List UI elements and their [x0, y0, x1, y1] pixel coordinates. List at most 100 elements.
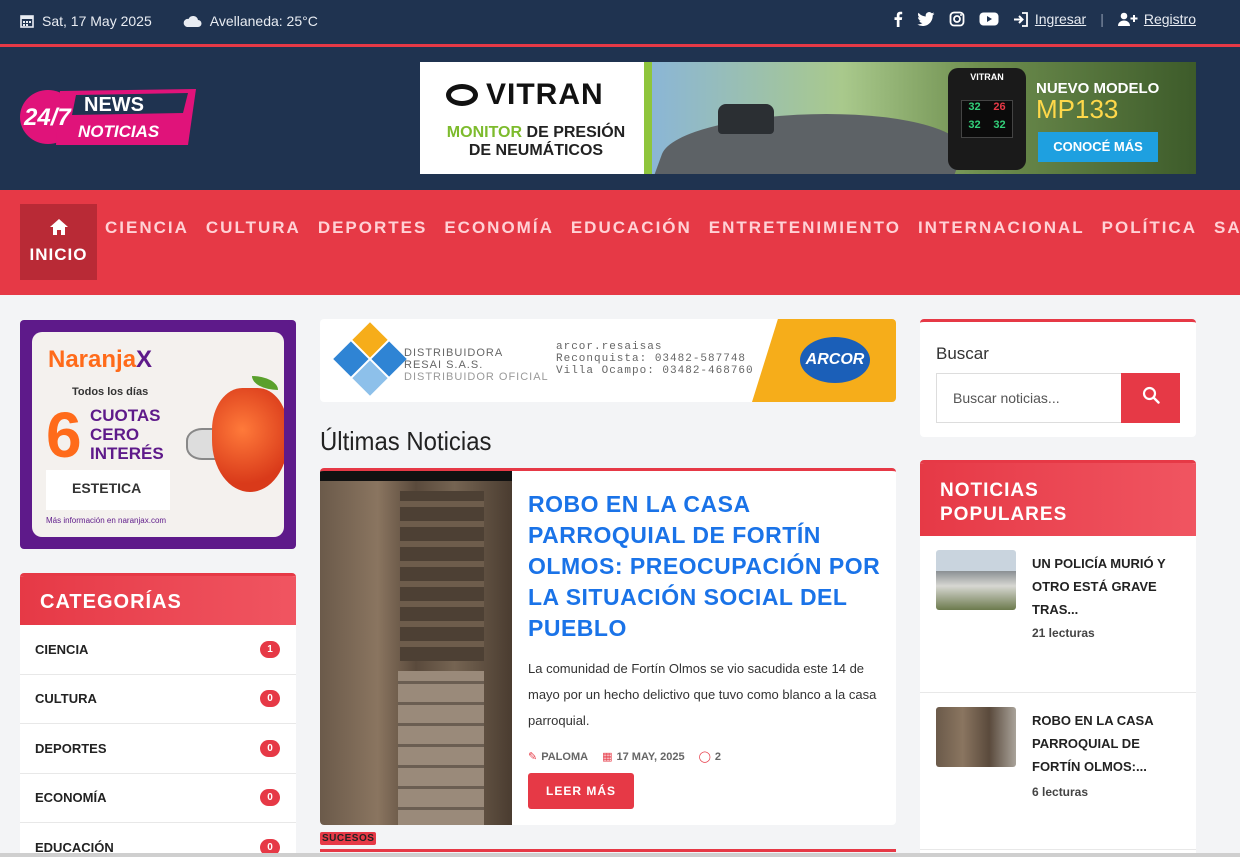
comment-icon: ◯	[698, 751, 711, 763]
resai-logo	[333, 322, 407, 396]
nav-item-entretenimiento[interactable]: ENTRETENIMIENTO	[709, 218, 901, 238]
search-label: Buscar	[936, 344, 989, 363]
popular-title: NOTICIAS POPULARES	[920, 463, 1196, 536]
search-widget: Buscar Buscar noticias...	[920, 319, 1196, 437]
site-logo[interactable]: 24/7 NEWS NOTICIAS	[20, 87, 196, 147]
nav-item-salud[interactable]: SALUD	[1214, 218, 1240, 238]
device-brand: VITRAN	[970, 72, 1004, 82]
category-count-badge: 0	[260, 789, 280, 807]
nav-item-politica[interactable]: POLÍTICA	[1102, 218, 1197, 238]
article-title[interactable]: ROBO EN LA CASA PARROQUIAL DE FORTÍN OLM…	[528, 489, 884, 644]
contact-social: arcor.resaisas	[556, 341, 663, 353]
popular-thumb[interactable]	[936, 707, 1016, 767]
vitran-logo-ring	[446, 84, 478, 106]
category-count-badge: 1	[260, 640, 280, 658]
category-item[interactable]: EDUCACIÓN 0	[20, 823, 296, 857]
arcor-logo: ARCOR	[800, 337, 870, 383]
ad-todos-los-dias: Todos los días	[72, 386, 149, 398]
tagline-monitor: MONITOR	[446, 124, 523, 141]
popular-item[interactable]: ROBO EN LA CASA PARROQUIAL DE FORTÍN OLM…	[920, 693, 1196, 850]
popular-item-title[interactable]: ROBO EN LA CASA PARROQUIAL DE FORTÍN OLM…	[1032, 709, 1182, 778]
login-label[interactable]: Ingresar	[1035, 11, 1086, 27]
nav-item-cultura[interactable]: CULTURA	[206, 218, 301, 238]
naranja-text: Naranja	[48, 346, 137, 373]
popular-title-1: NOTICIAS	[940, 480, 1039, 501]
article-excerpt: La comunidad de Fortín Olmos se vio sacu…	[528, 661, 877, 728]
logo-noticias: NOTICIAS	[78, 122, 160, 141]
categories-title: CATEGORÍAS	[20, 576, 296, 625]
window-bottom-edge	[0, 853, 1240, 857]
nav-home[interactable]: INICIO	[20, 204, 97, 280]
home-icon	[49, 219, 68, 235]
category-count-badge: 0	[260, 739, 280, 757]
instagram-icon[interactable]	[949, 11, 965, 27]
ad-interes: INTERÉS	[90, 444, 164, 463]
tagline-presion: DE PRESIÓN	[526, 124, 626, 141]
next-card-border	[320, 849, 896, 852]
ad-cero: CERO	[90, 425, 140, 444]
vitran-ad-banner[interactable]: VITRAN MONITOR DE PRESIÓN DE NEUMÁTICOS …	[420, 62, 1196, 174]
category-name: CIENCIA	[35, 641, 89, 657]
nav-item-internacional[interactable]: INTERNACIONAL	[918, 218, 1085, 238]
register-label[interactable]: Registro	[1144, 11, 1196, 27]
category-name: DEPORTES	[35, 740, 107, 756]
x-text: X	[136, 346, 153, 373]
nav-item-deportes[interactable]: DEPORTES	[318, 218, 428, 238]
featured-article-card: ROBO EN LA CASA PARROQUIAL DE FORTÍN OLM…	[320, 468, 896, 825]
youtube-icon[interactable]	[979, 12, 999, 26]
article-author[interactable]: ✎ PALOMA	[528, 750, 588, 763]
comment-count: 2	[714, 751, 722, 763]
category-tag[interactable]: SUCESOS	[320, 832, 377, 845]
nav-item-ciencia[interactable]: CIENCIA	[105, 218, 189, 238]
category-item[interactable]: CULTURA 0	[20, 675, 296, 724]
estetica-logo: ESTETICA	[46, 470, 170, 510]
category-item[interactable]: CIENCIA 1	[20, 625, 296, 675]
vitran-tagline: MONITOR DE PRESIÓN DE NEUMÁTICOS	[420, 124, 652, 160]
facebook-icon[interactable]	[893, 11, 903, 27]
apple-mascot-image	[212, 388, 284, 492]
nav-item-economia[interactable]: ECONOMÍA	[444, 218, 554, 238]
article-image[interactable]	[320, 471, 512, 825]
category-item[interactable]: ECONOMÍA 0	[20, 774, 296, 823]
vitran-brand: VITRAN	[486, 78, 604, 111]
logo-news: NEWS	[84, 94, 144, 116]
twitter-icon[interactable]	[917, 11, 935, 27]
logo-graphic: 24/7 NEWS NOTICIAS	[20, 89, 196, 145]
login-link[interactable]: Ingresar	[1013, 11, 1086, 27]
contact-phone-1: Reconquista: 03482-587748	[556, 353, 747, 365]
weather-text: Avellaneda: 25°C	[209, 13, 318, 29]
category-item[interactable]: DEPORTES 0	[20, 724, 296, 774]
ad-info-text: Más información en naranjax.com	[46, 516, 167, 525]
popular-item-title[interactable]: UN POLICÍA MURIÓ Y OTRO ESTÁ GRAVE TRAS.…	[1032, 552, 1182, 621]
search-input[interactable]: Buscar noticias...	[936, 373, 1122, 423]
search-button[interactable]	[1121, 373, 1180, 423]
article-date: ▦ 17 MAY, 2025	[602, 750, 685, 763]
popular-thumb[interactable]	[936, 550, 1016, 610]
category-name: CULTURA	[35, 691, 97, 707]
nav-item-educacion[interactable]: EDUCACIÓN	[571, 218, 692, 238]
ad-cuotas: CUOTAS	[90, 406, 161, 425]
read-more-button[interactable]: LEER MÁS	[528, 773, 634, 809]
ad-cta-button[interactable]: CONOCÉ MÁS	[1038, 132, 1158, 162]
category-name: ECONOMÍA	[35, 790, 107, 806]
tire-monitor-device: VITRAN 32 26 32 32	[948, 68, 1026, 170]
tagline-neumaticos: DE NEUMÁTICOS	[468, 142, 604, 159]
dist-line-1: DISTRIBUIDORA	[404, 347, 504, 359]
distributor-contact: arcor.resaisas Reconquista: 03482-587748…	[556, 341, 754, 377]
popular-item-reads: 6 lecturas	[1032, 785, 1089, 799]
arcor-ad-banner[interactable]: DISTRIBUIDORA RESAI S.A.S. DISTRIBUIDOR …	[320, 319, 896, 402]
dist-line-3: DISTRIBUIDOR OFICIAL	[404, 371, 549, 383]
dist-line-2: RESAI S.A.S.	[404, 359, 484, 371]
user-plus-icon	[1117, 12, 1138, 26]
naranjax-ad[interactable]: NaranjaX Todos los días 6 CUOTAS CERO IN…	[20, 320, 296, 549]
popular-item[interactable]: UN POLICÍA MURIÓ Y OTRO ESTÁ GRAVE TRAS.…	[920, 536, 1196, 693]
popular-item-reads: 21 lecturas	[1032, 626, 1095, 640]
nav-items: CIENCIA CULTURA DEPORTES ECONOMÍA EDUCAC…	[105, 218, 1240, 238]
sign-in-icon	[1013, 11, 1028, 27]
author-name: PALOMA	[541, 751, 589, 763]
article-comments[interactable]: ◯ 2	[699, 750, 721, 763]
register-link[interactable]: Registro	[1117, 11, 1196, 27]
ad-six: 6	[46, 399, 82, 471]
logo-247: 24/7	[23, 104, 72, 131]
ad-model-name: MP133	[1036, 94, 1119, 124]
